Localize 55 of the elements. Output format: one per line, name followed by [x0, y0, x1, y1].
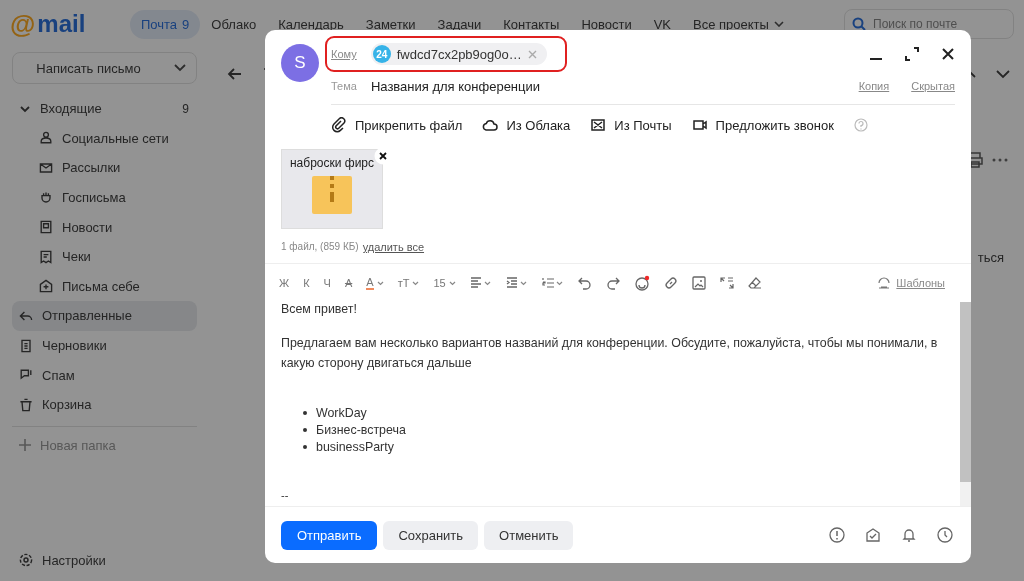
folder-item[interactable]: Черновики — [12, 330, 197, 361]
attach-action[interactable]: Предложить звонок — [691, 117, 834, 133]
body-text: Всем привет! — [281, 302, 358, 316]
folder-item[interactable]: Письма себе — [12, 271, 197, 302]
folder-item[interactable]: Спам — [12, 360, 197, 390]
dialog-button[interactable]: Отправить — [281, 520, 378, 550]
bcc-link[interactable]: Скрытая — [911, 80, 955, 92]
folder-item[interactable]: Входящие 9 — [12, 94, 197, 124]
folder-item[interactable]: Чеки — [12, 241, 197, 272]
compose-button[interactable]: Написать письмо — [12, 52, 197, 84]
folder-item[interactable]: Госписьма — [12, 182, 197, 213]
list-item-text: WorkDay — [316, 406, 367, 420]
format-button[interactable]: Ч — [323, 277, 331, 289]
nav-tab[interactable]: Контакты — [492, 9, 571, 39]
attachment-tile[interactable]: наброски фирс — [281, 149, 383, 229]
recipient-chip[interactable]: 24 fwdcd7cx2pb9og0o… — [370, 43, 547, 65]
format-button[interactable]: тТ — [397, 277, 420, 289]
format-button[interactable]: A — [344, 277, 353, 289]
signature-separator: -- — [281, 489, 290, 501]
folder-item[interactable]: Социальные сети — [12, 123, 197, 154]
dialog-button[interactable]: Отменить — [484, 520, 574, 550]
nav-tab[interactable]: Календарь — [267, 9, 355, 39]
format-button[interactable]: К — [303, 277, 310, 289]
format-button[interactable]: Ж — [279, 277, 290, 289]
format-button[interactable]: A — [366, 276, 384, 290]
attach-action[interactable]: Из Почты — [590, 117, 672, 133]
attachment-summary: 1 файл, (859 КБ) — [281, 241, 359, 253]
folder-item[interactable]: Корзина — [12, 389, 197, 420]
nav-tab[interactable]: Задачи — [426, 9, 493, 39]
settings-link[interactable]: Настройки — [12, 545, 197, 575]
folder-item[interactable]: Новости — [12, 212, 197, 242]
mail-logo[interactable]: @mail — [10, 8, 120, 40]
nav-tab[interactable]: VK — [642, 9, 683, 39]
delete-all-link[interactable]: удалить все — [362, 241, 425, 253]
body-text: Предлагаем вам несколько вариантов названий для конференции. Обсудите, пожалуйста, чтобы мы понимали, в какую сторону двигаться дальше — [281, 335, 939, 372]
nav-tab[interactable]: Новости — [570, 9, 643, 39]
nav-tab[interactable]: Все проекты — [682, 9, 795, 39]
list-item-text: Бизнес-встреча — [316, 423, 406, 437]
list-item-text: businessParty — [316, 440, 394, 454]
message-text: ться — [977, 250, 1004, 265]
nav-tab[interactable]: Заметки — [354, 9, 427, 39]
attach-action[interactable]: Прикрепить файл — [331, 117, 463, 133]
nav-tab[interactable]: Почта 9 — [130, 9, 201, 39]
attach-action[interactable]: Из Облака — [482, 117, 571, 133]
avatar: S — [281, 44, 319, 82]
templates-link[interactable]: Шаблоны — [896, 277, 945, 289]
subject-field[interactable]: Названия для конференции — [370, 78, 541, 94]
cc-link[interactable]: Копия — [858, 80, 890, 92]
to-label[interactable]: Кому — [331, 48, 357, 60]
folder-item[interactable]: Отправленные — [12, 301, 197, 331]
dialog-button[interactable]: Сохранить — [383, 520, 479, 550]
subject-label: Тема — [331, 80, 357, 92]
format-button[interactable]: 15 — [433, 277, 456, 289]
folder-item[interactable]: Рассылки — [12, 153, 197, 183]
nav-tab[interactable]: Облако — [200, 9, 268, 39]
